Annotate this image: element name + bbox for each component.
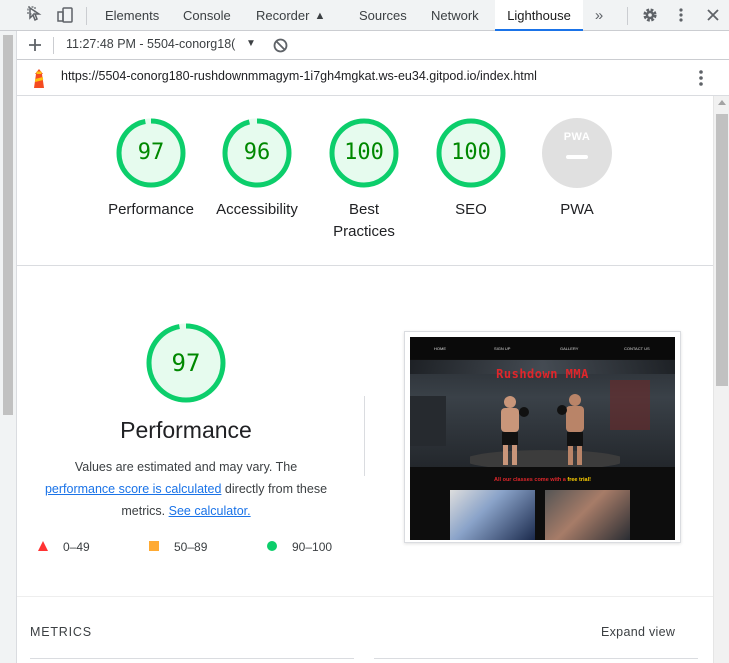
site-navbar: HOME SIGN UP GALLERY CONTACT US (410, 337, 675, 359)
separator (53, 37, 54, 54)
report-selector-label: 11:27:48 PM - 5504-conorg18( (66, 37, 236, 51)
separator (86, 7, 87, 25)
class-photo-2 (545, 490, 630, 540)
left-panel-scrollbar[interactable] (0, 31, 17, 663)
tab-network[interactable]: Network (431, 0, 479, 31)
gauge-label-seo: SEO (455, 201, 487, 218)
description-line: metrics. See calculator. (31, 500, 341, 522)
report-url: https://5504-conorg180-rushdownmmagym-1i… (61, 69, 537, 83)
recorder-flask-icon: ▲ (314, 10, 326, 22)
scrollbar-thumb[interactable] (716, 114, 728, 386)
site-nav-item: SIGN UP (494, 346, 511, 351)
scrollbar-thumb[interactable] (3, 35, 13, 415)
legend-range: 0–49 (63, 540, 90, 554)
metrics-divider (374, 658, 698, 659)
gauge-value: 100 (451, 140, 491, 165)
gauge-value: 96 (243, 140, 271, 165)
legend-range: 50–89 (174, 540, 208, 554)
score-calculation-link[interactable]: performance score is calculated (45, 482, 221, 496)
report-url-bar: https://5504-conorg180-rushdownmmagym-1i… (0, 60, 729, 96)
tab-console[interactable]: Console (183, 0, 231, 31)
screenshot-page: HOME SIGN UP GALLERY CONTACT US Rushdown… (410, 337, 675, 540)
pwa-badge-text: PWA (563, 131, 591, 143)
more-tabs-icon[interactable]: » (589, 6, 609, 26)
legend-range: 90–100 (292, 540, 333, 554)
report-scrollbar[interactable] (713, 96, 729, 663)
site-hero: Rushdown MMA (410, 360, 675, 467)
site-brand: Rushdown MMA (496, 367, 589, 381)
tab-recorder-label: Recorder (256, 8, 310, 23)
gauge-performance[interactable]: 97 (116, 118, 186, 188)
gauge-label-best-practices: Best Practices (333, 201, 395, 240)
lighthouse-report: 97 Performance 96 Accessibility 100 Best… (17, 96, 713, 663)
close-icon[interactable] (703, 6, 723, 26)
report-selector[interactable]: 11:27:48 PM - 5504-conorg18( (66, 37, 256, 55)
tab-recorder[interactable]: Recorder ▲ (256, 0, 325, 31)
tab-lighthouse[interactable]: Lighthouse (495, 0, 583, 31)
add-icon[interactable] (25, 35, 45, 55)
kebab-menu-icon[interactable] (671, 6, 691, 26)
gym-background (410, 396, 446, 446)
lighthouse-toolbar: 11:27:48 PM - 5504-conorg18( ▼ (0, 31, 729, 60)
site-nav-item: GALLERY (560, 346, 579, 351)
pwa-badge-icon (542, 118, 612, 188)
metrics-heading: METRICS (30, 625, 92, 639)
pass-circle-icon (267, 541, 277, 551)
scroll-up-arrow-icon[interactable] (718, 100, 726, 105)
devtools-tabbar: Elements Console Recorder ▲ Sources Netwo… (0, 0, 729, 31)
dropdown-arrow-icon[interactable]: ▼ (246, 38, 256, 49)
settings-gear-icon[interactable] (640, 6, 660, 26)
average-square-icon (149, 541, 159, 551)
gauge-label-performance: Performance (108, 201, 194, 218)
section-divider (17, 265, 713, 266)
inspect-cursor-icon[interactable] (26, 6, 46, 26)
site-nav-item: CONTACT US (624, 346, 650, 351)
gauge-value: 97 (137, 140, 165, 165)
fail-triangle-icon (38, 541, 48, 551)
site-tagline-text: All our classes come with a (494, 477, 566, 483)
class-photo-1 (450, 490, 535, 540)
clear-block-icon[interactable] (272, 37, 289, 54)
legend-fail: 0–49 (37, 540, 90, 554)
gauge-pwa[interactable]: PWA (542, 118, 612, 188)
site-tagline-highlight: free trial! (567, 477, 591, 483)
legend-pass: 90–100 (266, 540, 332, 554)
lighthouse-logo-icon (30, 68, 48, 88)
performance-title: Performance (120, 417, 252, 443)
tab-elements[interactable]: Elements (105, 0, 159, 31)
gauge-value: 100 (344, 140, 384, 165)
performance-description: Values are estimated and may vary. The p… (31, 456, 341, 522)
kebab-menu-icon[interactable] (692, 68, 710, 88)
final-screenshot[interactable]: HOME SIGN UP GALLERY CONTACT US Rushdown… (404, 331, 681, 543)
device-toggle-icon[interactable] (55, 6, 75, 26)
site-tagline: All our classes come with a free trial! (410, 477, 675, 483)
vertical-divider (364, 396, 365, 476)
gauge-best-practices[interactable]: 100 (329, 118, 399, 188)
gauge-label-pwa: PWA (560, 201, 594, 218)
gym-background (610, 380, 650, 430)
gauge-seo[interactable]: 100 (436, 118, 506, 188)
gauge-value: 97 (171, 349, 201, 377)
see-calculator-link[interactable]: See calculator. (169, 504, 251, 518)
gauge-label-accessibility: Accessibility (216, 201, 298, 218)
expand-view-toggle[interactable]: Expand view (601, 625, 675, 639)
description-line: Values are estimated and may vary. The (74, 460, 298, 474)
description-text: metrics. (121, 504, 166, 518)
gauge-performance-large: 97 (146, 323, 226, 403)
tab-sources[interactable]: Sources (359, 0, 407, 31)
fighters-image (470, 394, 620, 467)
separator (627, 7, 628, 25)
site-nav-item: HOME (434, 346, 446, 351)
description-text: directly from these (224, 482, 328, 496)
metrics-divider (30, 658, 354, 659)
section-divider (17, 596, 713, 597)
description-line: performance score is calculated directly… (31, 478, 341, 500)
gauge-accessibility[interactable]: 96 (222, 118, 292, 188)
legend-average: 50–89 (148, 540, 207, 554)
